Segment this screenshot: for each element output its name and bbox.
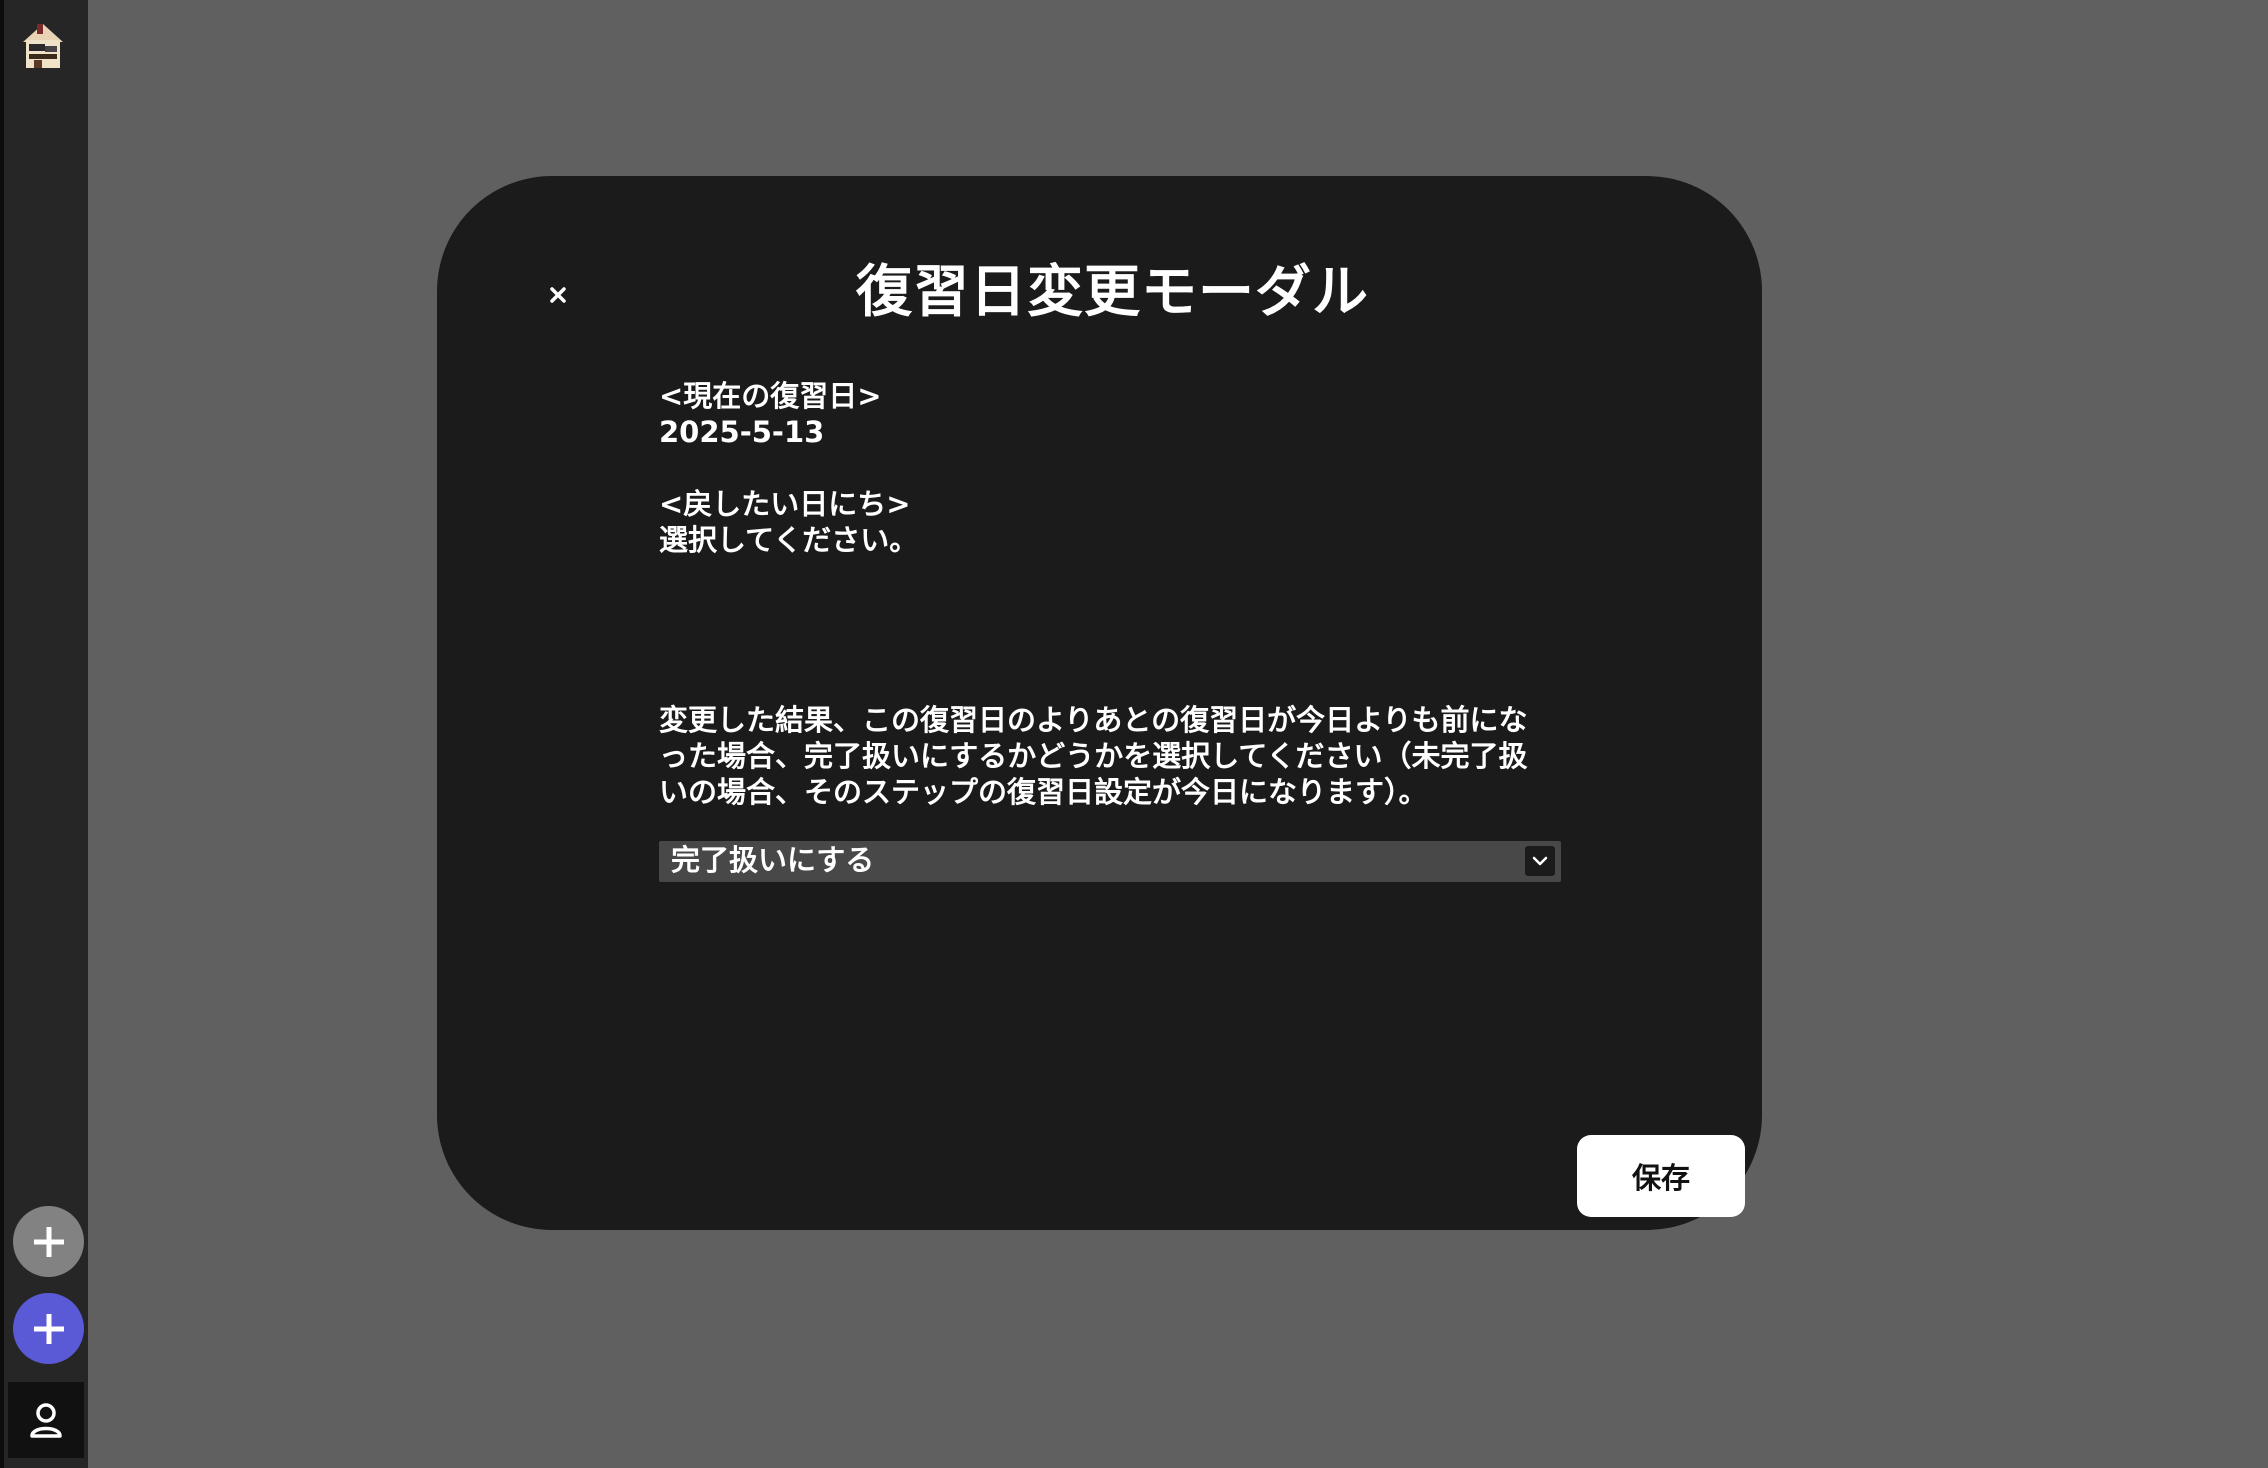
- chevron-down-icon: [1525, 846, 1555, 876]
- sidebar-edge: [0, 0, 4, 1468]
- target-date-label: <戻したい日にち>: [659, 487, 911, 521]
- add-primary-button[interactable]: [13, 1293, 84, 1364]
- current-date-label: <現在の復習日>: [659, 379, 882, 413]
- user-profile-button[interactable]: [8, 1382, 84, 1458]
- plus-icon: [33, 1226, 64, 1257]
- save-button[interactable]: 保存: [1577, 1135, 1745, 1217]
- sidebar: [0, 0, 88, 1468]
- completion-select[interactable]: 完了扱いにする: [659, 841, 1561, 882]
- review-date-modal: 復習日変更モーダル <現在の復習日> 2025-5-13 <戻したい日にち> 選…: [437, 176, 1762, 1230]
- target-date-prompt: 選択してください。: [659, 523, 919, 557]
- modal-title: 復習日変更モーダル: [856, 260, 1369, 325]
- completion-select-value: 完了扱いにする: [671, 843, 875, 877]
- add-button[interactable]: [13, 1206, 84, 1277]
- house-icon[interactable]: [21, 22, 65, 70]
- completion-note: 変更した結果、この復習日のよりあとの復習日が今日よりも前になった場合、完了扱いに…: [659, 703, 1528, 809]
- current-date-value: 2025-5-13: [659, 415, 825, 449]
- user-icon: [30, 1403, 62, 1438]
- plus-icon: [33, 1313, 64, 1344]
